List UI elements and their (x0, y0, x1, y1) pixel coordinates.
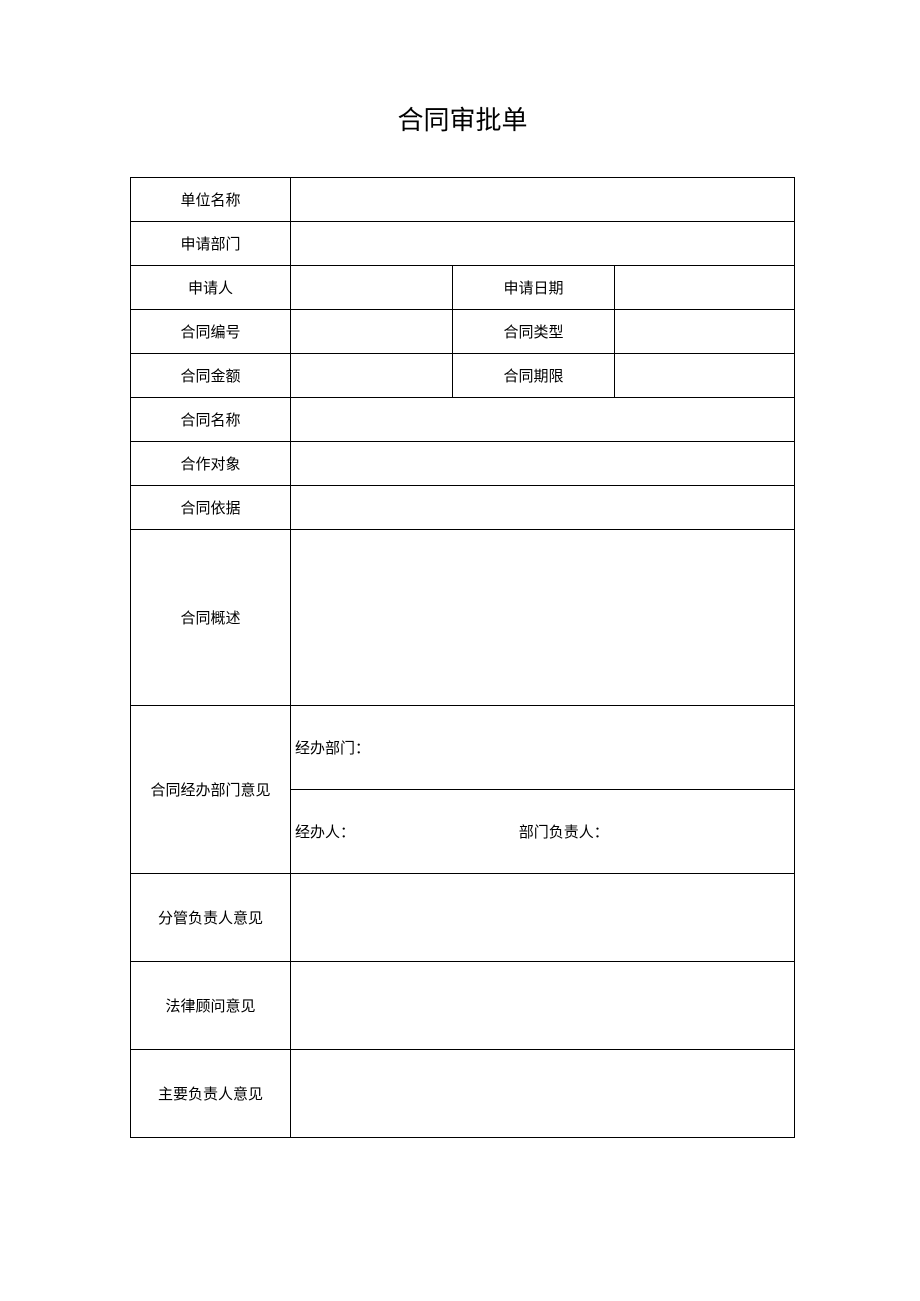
contract-name-label: 合同名称 (131, 398, 291, 442)
apply-dept-value (291, 222, 795, 266)
contract-amount-value (291, 354, 453, 398)
main-leader-opinion-label: 主要负责人意见 (131, 1050, 291, 1138)
handling-dept-line: 经办部门： (291, 706, 795, 790)
applicant-value (291, 266, 453, 310)
apply-date-label: 申请日期 (453, 266, 615, 310)
applicant-label: 申请人 (131, 266, 291, 310)
handling-dept-opinion-label: 合同经办部门意见 (131, 706, 291, 874)
apply-dept-label: 申请部门 (131, 222, 291, 266)
contract-type-value (615, 310, 795, 354)
unit-name-label: 单位名称 (131, 178, 291, 222)
contract-type-label: 合同类型 (453, 310, 615, 354)
contract-name-value (291, 398, 795, 442)
handler-line-cell: 经办人： 部门负责人： (291, 790, 795, 874)
page-title: 合同审批单 (130, 100, 795, 137)
contract-summary-label: 合同概述 (131, 530, 291, 706)
contract-term-label: 合同期限 (453, 354, 615, 398)
branch-leader-opinion-label: 分管负责人意见 (131, 874, 291, 962)
approval-form-table: 单位名称 申请部门 申请人 申请日期 合同编号 合同类型 合同金额 合同期限 合… (130, 177, 795, 1138)
contract-summary-value (291, 530, 795, 706)
partner-label: 合作对象 (131, 442, 291, 486)
contract-no-label: 合同编号 (131, 310, 291, 354)
contract-basis-value (291, 486, 795, 530)
contract-basis-label: 合同依据 (131, 486, 291, 530)
contract-no-value (291, 310, 453, 354)
dept-head-label: 部门负责人： (359, 825, 609, 841)
legal-opinion-value (291, 962, 795, 1050)
partner-value (291, 442, 795, 486)
contract-amount-label: 合同金额 (131, 354, 291, 398)
unit-name-value (291, 178, 795, 222)
main-leader-opinion-value (291, 1050, 795, 1138)
apply-date-value (615, 266, 795, 310)
handler-label: 经办人： (295, 825, 355, 841)
branch-leader-opinion-value (291, 874, 795, 962)
contract-term-value (615, 354, 795, 398)
legal-opinion-label: 法律顾问意见 (131, 962, 291, 1050)
